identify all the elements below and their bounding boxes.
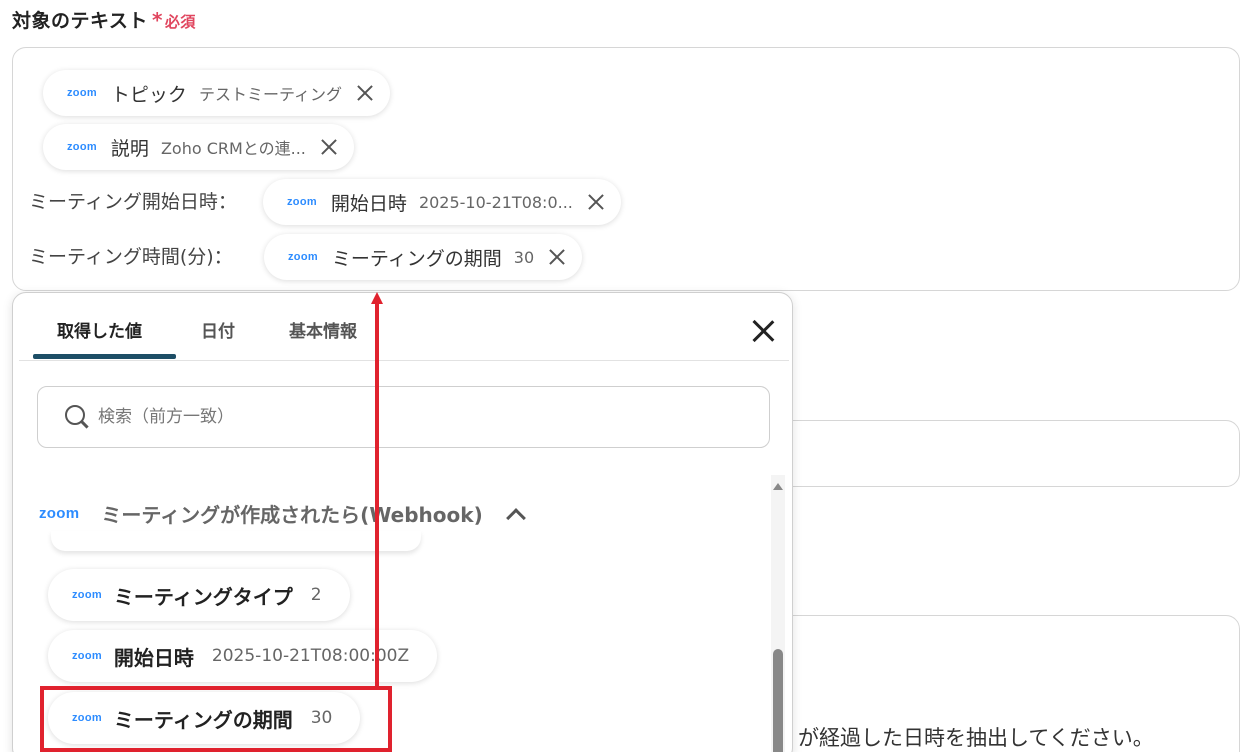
list-item-meeting-duration[interactable]: zoom ミーティングの期間 30 (48, 692, 361, 744)
tab-date[interactable]: 日付 (201, 317, 235, 342)
close-icon[interactable] (585, 191, 607, 213)
active-tab-indicator (33, 354, 176, 359)
chip-value: 2025-10-21T08:0... (418, 192, 573, 212)
annotation-arrow-head (371, 292, 383, 304)
tab-bar: 取得した値 日付 基本情報 (19, 293, 789, 361)
list-item-partial[interactable] (51, 531, 421, 551)
chip-value: テストミーティング (198, 85, 342, 104)
list-item-name: ミーティングの期間 (113, 707, 293, 732)
zoom-logo: zoom (72, 650, 102, 662)
close-icon[interactable] (546, 246, 568, 268)
list-item-value: 2025-10-21T08:00:00Z (211, 646, 410, 666)
target-text-area[interactable]: zoom トピック テストミーティング zoom 説明 Zoho CRMとの連.… (12, 47, 1240, 291)
chip-value: Zoho CRMとの連... (160, 139, 306, 158)
background-textarea-text: が経過した日時を抽出してください。 (798, 726, 1154, 750)
line-label-duration: ミーティング時間(分)： (29, 246, 233, 268)
zoom-logo: zoom (72, 589, 102, 601)
zoom-logo: zoom (67, 87, 97, 99)
search-icon (64, 404, 90, 430)
value-picker-panel: 取得した値 日付 基本情報 zoom ミーティングが作成されたら(Webhook… (12, 292, 793, 752)
search-input[interactable] (98, 407, 738, 427)
search-box[interactable] (37, 386, 770, 448)
zoom-logo: zoom (72, 712, 102, 724)
zoom-logo: zoom (39, 505, 80, 522)
zoom-logo: zoom (288, 251, 318, 263)
zoom-logo: zoom (287, 196, 317, 208)
close-icon[interactable] (354, 82, 376, 104)
field-label: 対象のテキスト * 必須 (12, 6, 196, 33)
group-header-zoom-webhook[interactable]: zoom ミーティングが作成されたら(Webhook) (39, 499, 526, 528)
chip-name: ミーティングの期間 (331, 247, 502, 270)
close-icon[interactable] (749, 317, 777, 345)
list-item-name: 開始日時 (113, 645, 194, 670)
variable-chip-topic[interactable]: zoom トピック テストミーティング (43, 70, 390, 116)
zoom-logo: zoom (67, 141, 97, 153)
variable-chip-start-time[interactable]: zoom 開始日時 2025-10-21T08:0... (263, 179, 621, 225)
list-item-value: 2 (310, 585, 322, 605)
line-label-start: ミーティング開始日時： (29, 191, 237, 213)
chip-name: トピック (110, 83, 187, 106)
variable-chip-duration[interactable]: zoom ミーティングの期間 30 (264, 234, 583, 280)
list-item-value: 30 (310, 708, 333, 728)
tab-acquired-values[interactable]: 取得した値 (57, 317, 142, 342)
field-label-text: 対象のテキスト (12, 10, 148, 32)
group-title: ミーティングが作成されたら(Webhook) (101, 503, 483, 527)
list-item-name: ミーティングタイプ (113, 584, 293, 609)
chevron-up-icon (505, 507, 526, 528)
required-asterisk: * (151, 8, 163, 32)
scrollbar-thumb[interactable] (773, 649, 783, 752)
required-text: 必須 (164, 13, 196, 31)
chip-name: 説明 (110, 137, 149, 160)
annotation-arrow-line (375, 302, 379, 688)
tab-basic-info[interactable]: 基本情報 (289, 317, 357, 342)
close-icon[interactable] (318, 136, 340, 158)
list-item-meeting-type[interactable]: zoom ミーティングタイプ 2 (48, 569, 350, 621)
scroll-up-icon[interactable] (773, 483, 783, 490)
variable-chip-description[interactable]: zoom 説明 Zoho CRMとの連... (43, 124, 354, 170)
chip-name: 開始日時 (330, 192, 407, 215)
chip-value: 30 (513, 247, 535, 267)
